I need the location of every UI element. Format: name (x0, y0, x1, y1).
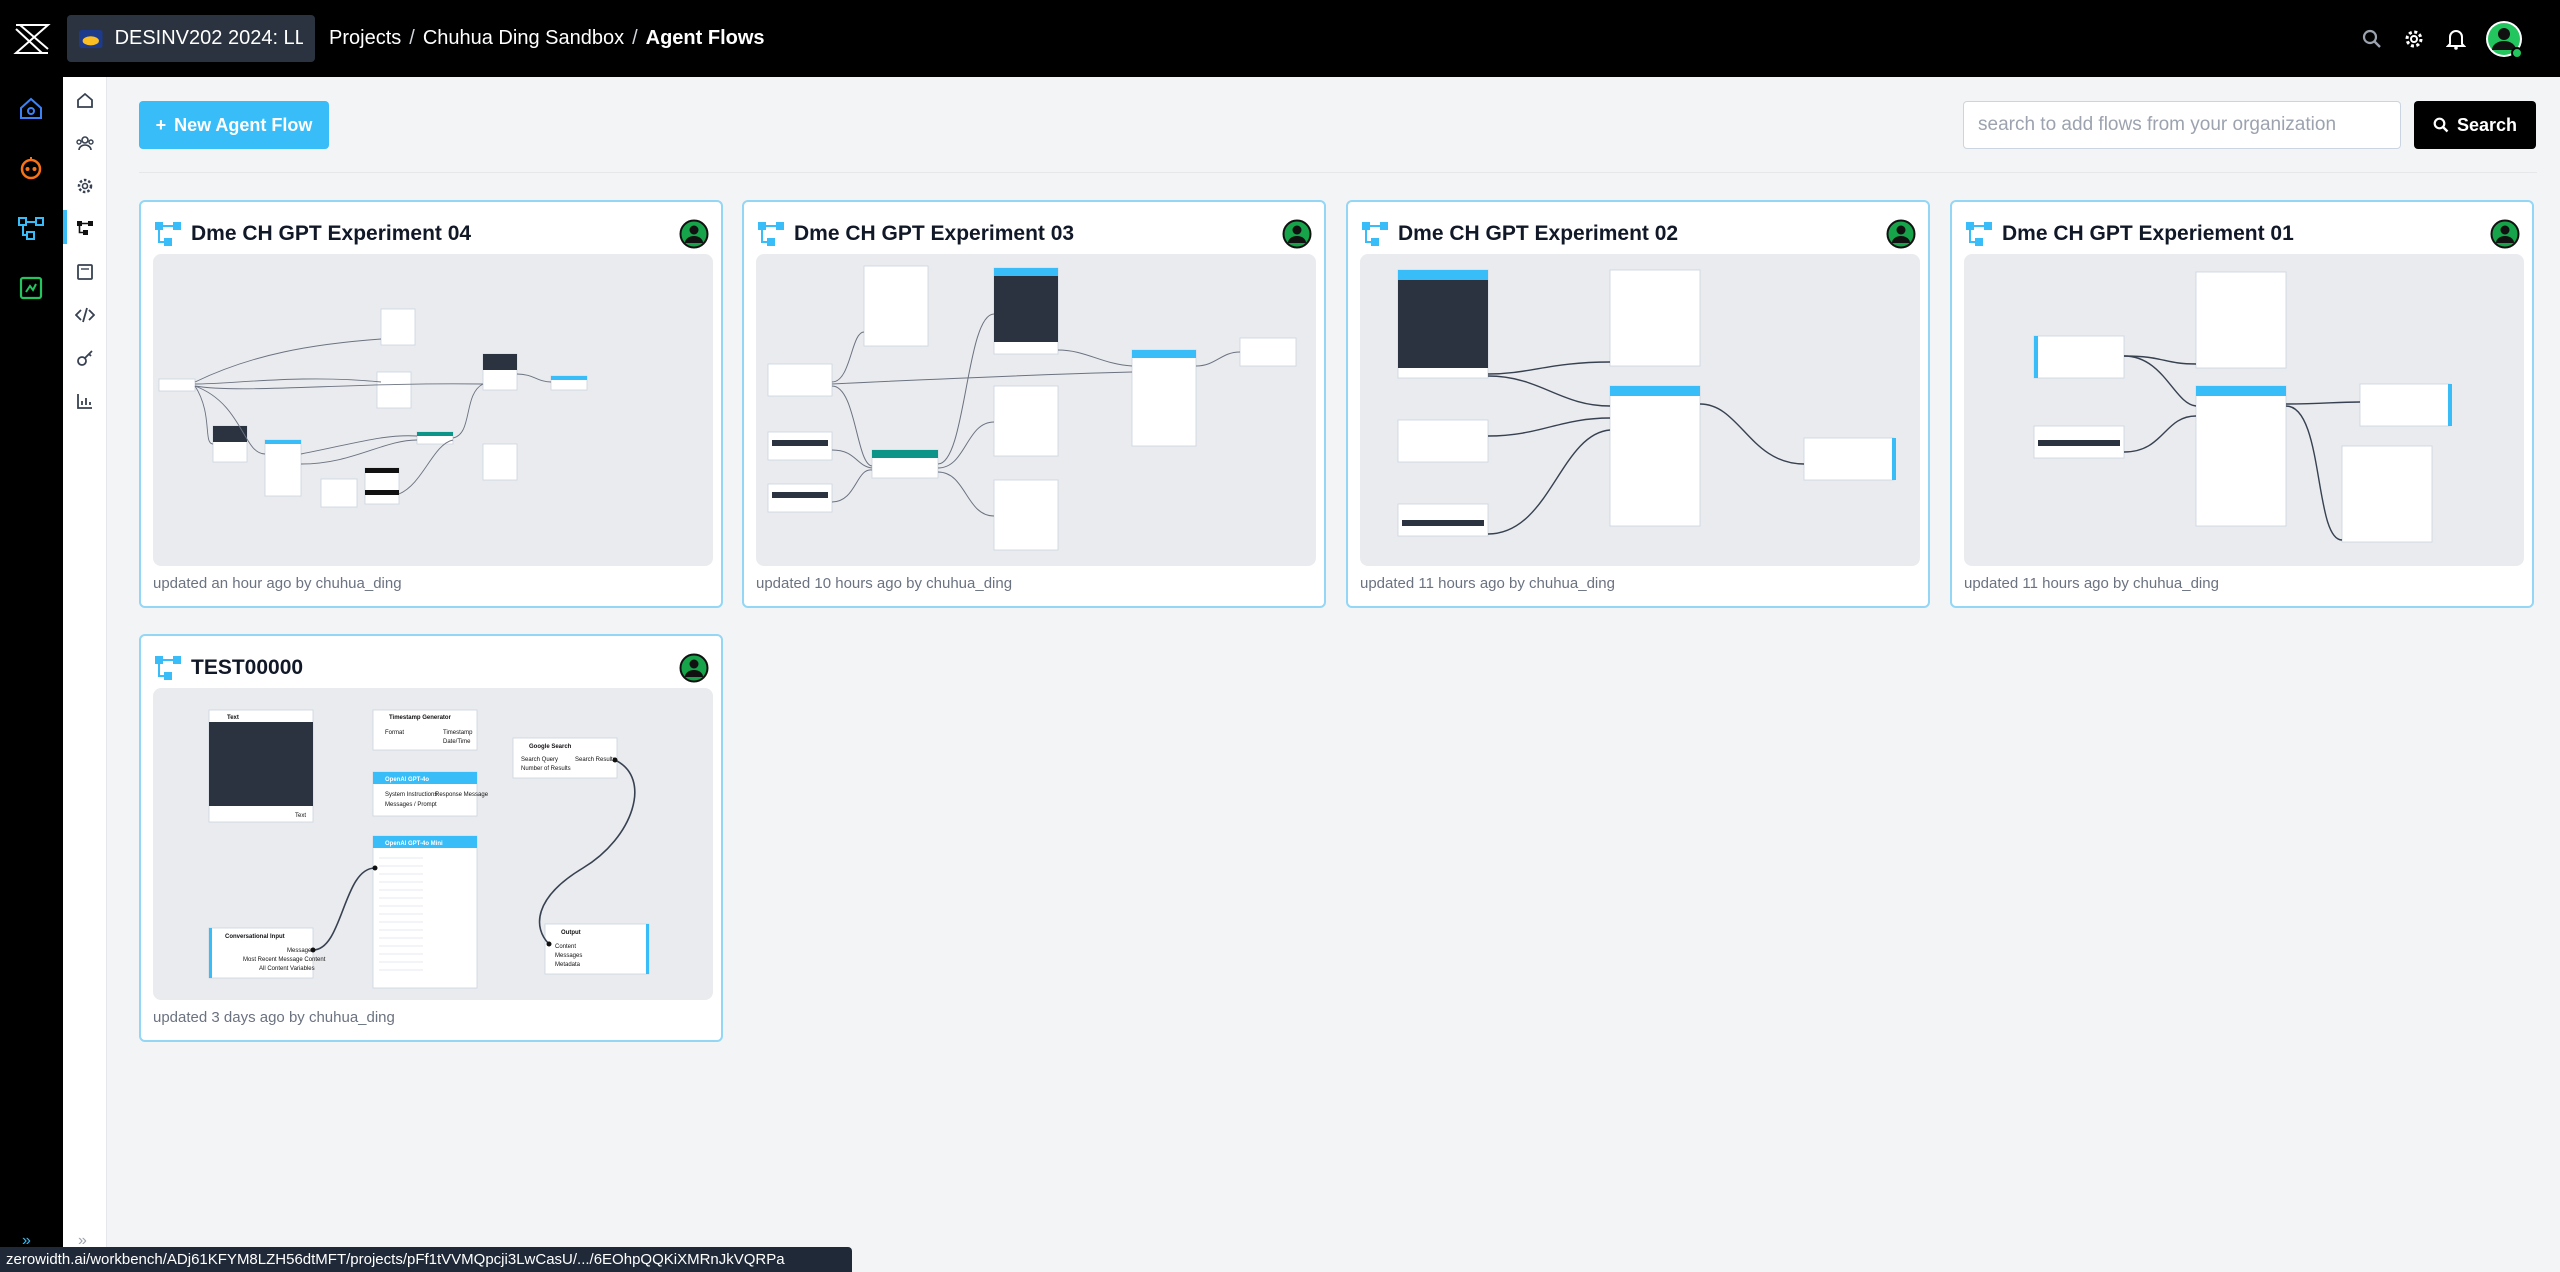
flow-preview[interactable] (153, 254, 713, 566)
flow-preview-diagram (767, 265, 1297, 551)
flow-card[interactable]: TEST00000 Text Text Timestamp Generator … (139, 634, 723, 1042)
gear-icon[interactable] (71, 172, 99, 200)
users-icon[interactable] (71, 129, 99, 157)
new-agent-flow-button[interactable]: + New Agent Flow (139, 101, 329, 149)
breadcrumb-separator: / (409, 27, 415, 49)
node-port: Messages / Prompt (385, 802, 437, 808)
flow-card[interactable]: Dme CH GPT Experiment 02 updated 11 hour… (1346, 200, 1930, 608)
org-name: DESINV202 2024: LL... (114, 27, 303, 49)
code-icon[interactable] (71, 301, 99, 329)
agent-flow-icon (153, 653, 183, 683)
owner-avatar-icon[interactable] (2490, 219, 2520, 249)
owner-avatar-icon[interactable] (1886, 219, 1916, 249)
secondary-sidebar (63, 77, 107, 1272)
key-icon[interactable] (71, 344, 99, 372)
org-selector[interactable]: DESINV202 2024: LL... (67, 15, 315, 62)
flow-card-title[interactable]: Dme CH GPT Experiment 04 (191, 222, 679, 246)
breadcrumb-projects[interactable]: Projects (329, 27, 401, 50)
node-port: Most Recent Message Content (243, 957, 326, 963)
flow-preview-diagram (158, 308, 588, 508)
flow-card-meta: updated 11 hours ago by chuhua_ding (1360, 575, 1615, 592)
node-title: OpenAI GPT-4o Mini (385, 841, 443, 847)
node-title: OpenAI GPT-4o (385, 777, 429, 783)
node-title: Text (227, 715, 239, 721)
divider (139, 172, 2537, 173)
flow-preview[interactable] (1360, 254, 1920, 566)
flow-preview-diagram (1397, 269, 1896, 537)
flow-card-title[interactable]: Dme CH GPT Experiement 01 (2002, 222, 2490, 246)
node-port: Format (385, 730, 404, 736)
agent-flow-icon (756, 219, 786, 249)
org-bear-icon (79, 29, 103, 48)
node-port: Metadata (555, 962, 581, 968)
flow-card[interactable]: Dme CH GPT Experiement 01 updated 11 hou… (1950, 200, 2534, 608)
node-title: Google Search (529, 744, 572, 750)
flow-card-meta: updated an hour ago by chuhua_ding (153, 575, 402, 592)
node-port: All Content Variables (259, 966, 315, 972)
node-port: Messages (287, 948, 314, 954)
flow-card-meta: updated 10 hours ago by chuhua_ding (756, 575, 1013, 592)
node-title: Output (561, 930, 581, 936)
plus-icon: + (155, 114, 167, 135)
flow-card-title[interactable]: TEST00000 (191, 656, 679, 680)
owner-avatar-icon[interactable] (1282, 219, 1312, 249)
node-port: Content (555, 944, 576, 950)
node-port: Number of Results (521, 766, 571, 772)
settings-icon[interactable] (2400, 25, 2428, 53)
search-button[interactable]: Search (2414, 101, 2536, 149)
flow-preview[interactable] (756, 254, 1316, 566)
flow-card-title[interactable]: Dme CH GPT Experiment 02 (1398, 222, 1886, 246)
node-port: Search Query (521, 757, 558, 763)
agent-flows-icon[interactable] (71, 214, 99, 242)
zerowidth-logo-icon[interactable] (0, 0, 64, 77)
search-input[interactable] (1963, 101, 2401, 149)
search-button-label: Search (2456, 114, 2518, 135)
node-port: Timestamp (443, 730, 473, 736)
status-bar-url: zerowidth.ai/workbench/ADj61KFYM8LZH56dt… (0, 1247, 852, 1272)
search-icon (2433, 117, 2449, 133)
node-port: System Instructions (385, 792, 437, 798)
breadcrumb-project[interactable]: Chuhua Ding Sandbox (423, 27, 624, 50)
active-indicator (63, 210, 67, 244)
breadcrumb: Projects / Chuhua Ding Sandbox / Agent F… (329, 27, 765, 50)
top-bar: DESINV202 2024: LL... Projects / Chuhua … (0, 0, 2560, 77)
agent-flow-icon (1360, 219, 1390, 249)
flow-card[interactable]: Dme CH GPT Experiment 03 updated 10 hour… (742, 200, 1326, 608)
flow-card[interactable]: Dme CH GPT Experiment 04 updated an hour… (139, 200, 723, 608)
flow-preview-diagram: Text Text Timestamp Generator Format Tim… (208, 709, 650, 989)
owner-avatar-icon[interactable] (679, 219, 709, 249)
flow-card-meta: updated 11 hours ago by chuhua_ding (1964, 575, 2219, 592)
agent-flow-icon (1964, 219, 1994, 249)
book-icon[interactable] (71, 258, 99, 286)
home-icon[interactable] (71, 86, 99, 114)
node-title: Conversational Input (225, 934, 285, 940)
flow-preview[interactable]: Text Text Timestamp Generator Format Tim… (153, 688, 713, 1000)
analytics-icon[interactable] (71, 387, 99, 415)
user-avatar[interactable] (2484, 19, 2524, 59)
node-port: Search Results (575, 757, 616, 763)
bell-icon[interactable] (2442, 25, 2470, 53)
flow-card-meta: updated 3 days ago by chuhua_ding (153, 1009, 395, 1026)
sheet-app-icon[interactable] (14, 271, 48, 305)
flow-preview-diagram (2033, 271, 2452, 543)
robot-app-icon[interactable] (14, 151, 48, 185)
flow-card-title[interactable]: Dme CH GPT Experiment 03 (794, 222, 1282, 246)
agent-flow-icon (153, 219, 183, 249)
owner-avatar-icon[interactable] (679, 653, 709, 683)
breadcrumb-separator: / (632, 27, 638, 49)
flow-preview[interactable] (1964, 254, 2524, 566)
breadcrumb-current: Agent Flows (645, 27, 765, 49)
new-agent-flow-label: New Agent Flow (174, 114, 313, 135)
home-app-icon[interactable] (14, 91, 48, 125)
node-port: Date/Time (443, 739, 471, 745)
node-port: Messages (555, 953, 582, 959)
node-title: Timestamp Generator (389, 715, 452, 721)
node-port: Response Message (435, 792, 489, 798)
primary-sidebar (0, 77, 63, 1272)
node-port: Text (295, 813, 306, 819)
search-icon[interactable] (2358, 25, 2386, 53)
flows-app-icon[interactable] (14, 211, 48, 245)
